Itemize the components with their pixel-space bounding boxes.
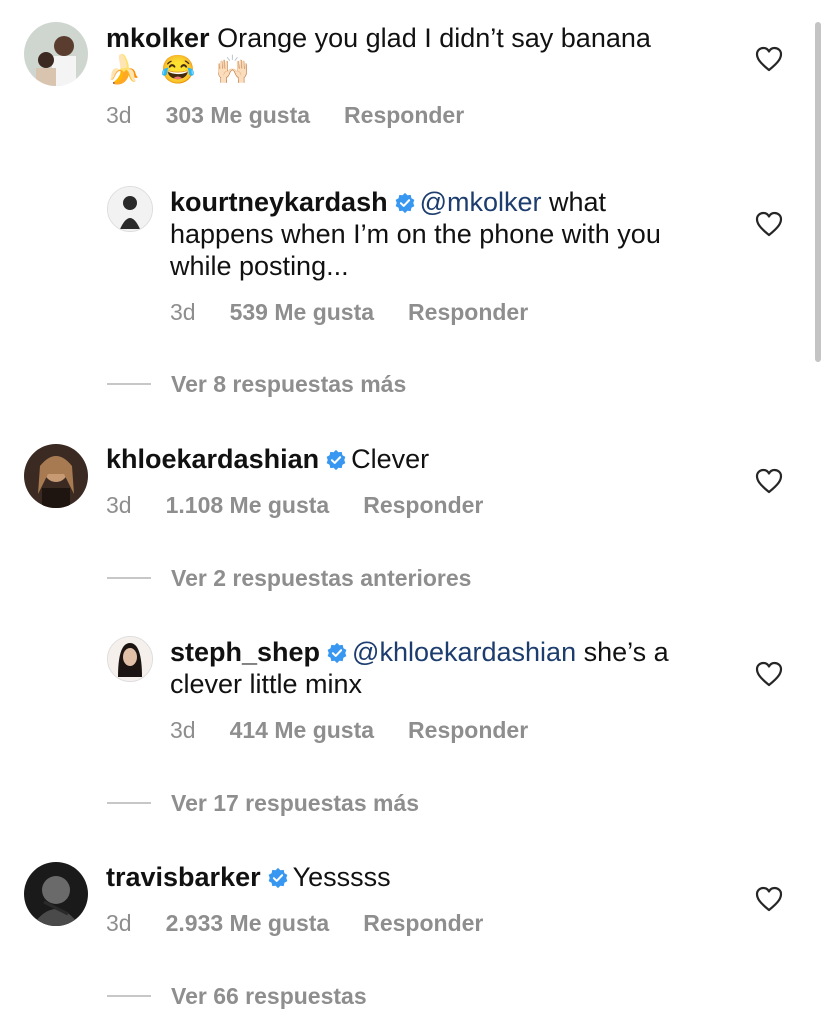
username-steph-shep[interactable]: steph_shep	[170, 637, 320, 667]
avatar-travisbarker[interactable]	[24, 862, 88, 926]
avatar-khloekardashian[interactable]	[24, 444, 88, 508]
heart-icon[interactable]	[755, 46, 783, 72]
verified-badge-icon	[267, 867, 289, 889]
comment-meta-travisbarker: 3d 2.933 Me gusta Responder	[106, 909, 483, 937]
avatar-kourtneykardash[interactable]	[107, 186, 153, 232]
view-more-label[interactable]: Ver 2 respuestas anteriores	[171, 565, 471, 591]
comment-text-mkolker: mkolker Orange you glad I didn’t say ban…	[106, 22, 706, 86]
reply-button[interactable]: Responder	[363, 491, 483, 519]
username-khloekardashian[interactable]: khloekardashian	[106, 444, 319, 474]
timestamp: 3d	[106, 492, 132, 518]
comment-meta-mkolker: 3d 303 Me gusta Responder	[106, 101, 464, 129]
heart-icon[interactable]	[755, 886, 783, 912]
verified-badge-icon	[326, 642, 348, 664]
comment-text-travisbarker: travisbarker Yesssss	[106, 861, 706, 893]
avatar-mkolker[interactable]	[24, 22, 88, 86]
timestamp: 3d	[106, 102, 132, 128]
emoji-row: 🍌 😂 🙌🏻	[106, 54, 257, 85]
mention-link[interactable]: @mkolker	[420, 187, 542, 217]
reply-button[interactable]: Responder	[408, 298, 528, 326]
divider	[107, 577, 151, 579]
avatar-steph-shep[interactable]	[107, 636, 153, 682]
comment-text-steph-shep: steph_shep @khloekardashian she’s a cleve…	[170, 636, 710, 700]
view-more-replies[interactable]: Ver 8 respuestas más	[107, 370, 406, 398]
reply-button[interactable]: Responder	[344, 101, 464, 129]
verified-badge-icon	[325, 449, 347, 471]
view-more-replies[interactable]: Ver 17 respuestas más	[107, 789, 419, 817]
divider	[107, 383, 151, 385]
username-mkolker[interactable]: mkolker	[106, 23, 210, 53]
comment-text-kourtneykardash: kourtneykardash @mkolker what happens whe…	[170, 186, 710, 282]
heart-icon[interactable]	[755, 211, 783, 237]
divider	[107, 995, 151, 997]
reply-button[interactable]: Responder	[363, 909, 483, 937]
view-more-label[interactable]: Ver 17 respuestas más	[171, 790, 419, 816]
timestamp: 3d	[170, 299, 196, 325]
scrollbar[interactable]	[815, 22, 821, 362]
divider	[107, 802, 151, 804]
likes-count[interactable]: 2.933 Me gusta	[166, 909, 330, 937]
likes-count[interactable]: 539 Me gusta	[230, 298, 374, 326]
comment-body: Clever	[351, 444, 430, 474]
verified-badge-icon	[394, 192, 416, 214]
username-kourtneykardash[interactable]: kourtneykardash	[170, 187, 388, 217]
reply-button[interactable]: Responder	[408, 716, 528, 744]
comment-meta-kourtneykardash: 3d 539 Me gusta Responder	[170, 298, 528, 326]
comment-body: Yesssss	[292, 862, 391, 892]
likes-count[interactable]: 303 Me gusta	[166, 101, 310, 129]
comment-meta-khloekardashian: 3d 1.108 Me gusta Responder	[106, 491, 483, 519]
timestamp: 3d	[106, 910, 132, 936]
comment-body: Orange you glad I didn’t say banana	[217, 23, 651, 53]
comment-text-khloekardashian: khloekardashian Clever	[106, 443, 706, 475]
heart-icon[interactable]	[755, 468, 783, 494]
view-more-label[interactable]: Ver 66 respuestas	[171, 983, 367, 1009]
likes-count[interactable]: 1.108 Me gusta	[166, 491, 330, 519]
view-more-label[interactable]: Ver 8 respuestas más	[171, 371, 406, 397]
username-travisbarker[interactable]: travisbarker	[106, 862, 261, 892]
view-more-replies[interactable]: Ver 2 respuestas anteriores	[107, 564, 471, 592]
comment-meta-steph-shep: 3d 414 Me gusta Responder	[170, 716, 528, 744]
timestamp: 3d	[170, 717, 196, 743]
view-more-replies[interactable]: Ver 66 respuestas	[107, 982, 367, 1010]
mention-link[interactable]: @khloekardashian	[352, 637, 576, 667]
likes-count[interactable]: 414 Me gusta	[230, 716, 374, 744]
heart-icon[interactable]	[755, 661, 783, 687]
